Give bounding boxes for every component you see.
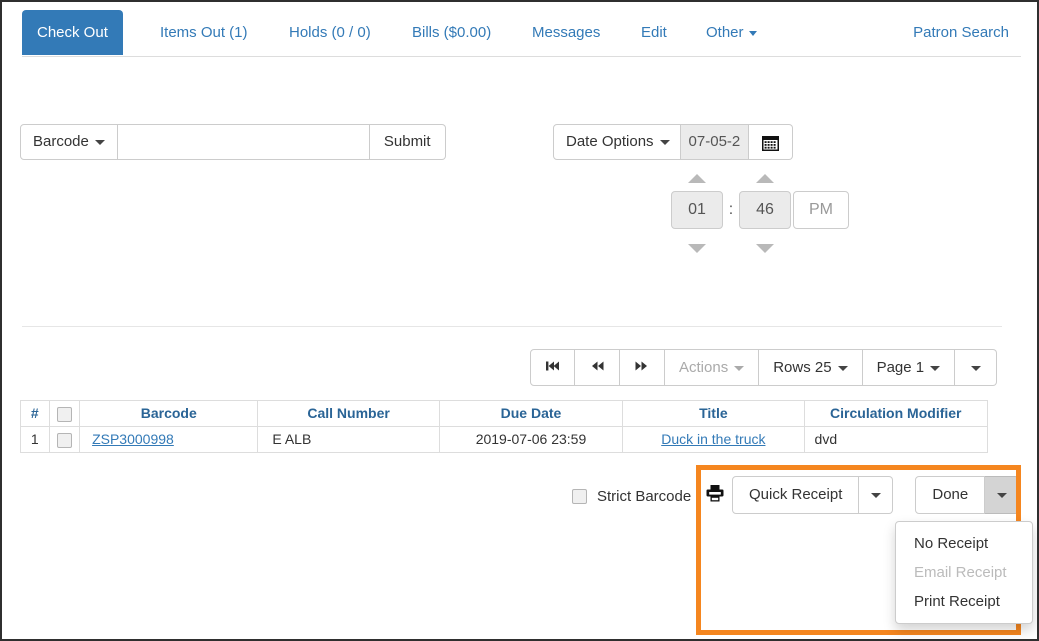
submit-label: Submit [383, 133, 431, 150]
chevron-down-icon [970, 365, 981, 371]
row-checkbox[interactable] [56, 432, 72, 448]
menu-item-email-receipt: Email Receipt [914, 564, 1007, 581]
tab-label: Holds (0 / 0) [289, 24, 371, 41]
date-options-label: Date Options [566, 133, 654, 150]
due-date-input[interactable]: 07-05-2 [680, 124, 749, 160]
patron-search-label: Patron Search [913, 24, 1009, 41]
column-header-due-date[interactable]: Due Date [438, 400, 624, 427]
select-all-checkbox[interactable] [56, 406, 72, 422]
date-options-group: Date Options 07-05-2 [553, 124, 793, 160]
strict-barcode-checkbox[interactable] [572, 489, 587, 504]
tab-other[interactable]: Other [691, 10, 772, 55]
minute-input[interactable]: 46 [739, 191, 791, 229]
tab-label: Other [706, 24, 744, 41]
tab-messages[interactable]: Messages [517, 10, 615, 55]
tab-check-out[interactable]: Check Out [22, 10, 123, 55]
cell-circulation-modifier: dvd [803, 425, 989, 453]
time-picker: 01 : 46 PM [670, 165, 850, 261]
tab-bills[interactable]: Bills ($0.00) [397, 10, 506, 55]
tab-label: Items Out (1) [160, 24, 248, 41]
minute-decrement-icon[interactable] [756, 243, 774, 253]
meridiem-value: PM [809, 201, 833, 218]
due-date-value: 07-05-2 [688, 133, 741, 150]
column-header-select [48, 400, 81, 427]
grid-config-dropdown[interactable] [955, 349, 998, 386]
hour-decrement-icon[interactable] [688, 243, 706, 253]
submit-button[interactable]: Submit [369, 124, 446, 160]
chevron-down-icon [659, 139, 670, 145]
chevron-down-icon [837, 365, 848, 371]
barcode-type-label: Barcode [33, 133, 89, 150]
column-header-call-number[interactable]: Call Number [257, 400, 440, 427]
cell-select [48, 425, 81, 453]
meridiem-toggle[interactable]: PM [793, 191, 849, 229]
cell-row-number: 1 [20, 425, 50, 453]
tab-label: Check Out [37, 24, 108, 41]
cell-due-date: 2019-07-06 23:59 [438, 425, 624, 453]
date-options-dropdown[interactable]: Date Options [553, 124, 681, 160]
tab-edit[interactable]: Edit [626, 10, 682, 55]
rows-dropdown[interactable]: Rows 25 [759, 349, 863, 386]
column-header-barcode[interactable]: Barcode [79, 400, 259, 427]
rows-label: Rows 25 [773, 359, 832, 376]
time-separator: : [728, 201, 734, 218]
table-row[interactable]: 1 ZSP3000998 E ALB 2019-07-06 23:59 Duck… [20, 425, 989, 453]
tab-label: Bills ($0.00) [412, 24, 492, 41]
hour-value: 01 [688, 201, 706, 218]
barcode-link[interactable]: ZSP3000998 [92, 431, 174, 447]
column-header-title[interactable]: Title [622, 400, 805, 427]
title-link[interactable]: Duck in the truck [661, 431, 765, 447]
hour-increment-icon[interactable] [688, 173, 706, 183]
patron-tab-bar: Check Out Items Out (1) Holds (0 / 0) Bi… [22, 10, 1021, 57]
barcode-input[interactable] [117, 124, 370, 160]
checkout-items-table: # Barcode Call Number Due Date Title Cir… [20, 400, 989, 453]
next-page-button[interactable] [620, 349, 665, 386]
strict-barcode-label: Strict Barcode [597, 488, 692, 505]
table-header-row: # Barcode Call Number Due Date Title Cir… [20, 400, 989, 427]
chevron-down-icon [734, 365, 745, 371]
actions-dropdown[interactable]: Actions [665, 349, 760, 386]
barcode-input-group: Barcode Submit [20, 124, 446, 160]
tab-items-out[interactable]: Items Out (1) [145, 10, 263, 55]
minute-value: 46 [756, 201, 774, 218]
cell-title: Duck in the truck [622, 425, 805, 453]
column-header-circulation-modifier[interactable]: Circulation Modifier [803, 400, 989, 427]
strict-barcode-control[interactable]: Strict Barcode [572, 488, 691, 505]
tab-holds[interactable]: Holds (0 / 0) [274, 10, 386, 55]
first-page-button[interactable] [530, 349, 575, 386]
hour-input[interactable]: 01 [671, 191, 723, 229]
menu-item-no-receipt[interactable]: No Receipt [896, 529, 1032, 558]
calendar-icon[interactable] [748, 124, 793, 160]
patron-search-link[interactable]: Patron Search [913, 10, 1009, 55]
receipt-options-menu: No Receipt Email Receipt Print Receipt [895, 521, 1033, 624]
previous-page-button[interactable] [575, 349, 620, 386]
barcode-type-dropdown[interactable]: Barcode [20, 124, 118, 160]
minute-increment-icon[interactable] [756, 173, 774, 183]
tab-label: Edit [641, 24, 667, 41]
chevron-down-icon [94, 139, 105, 145]
grid-toolbar: Actions Rows 25 Page 1 [530, 349, 998, 386]
checkout-screen: Check Out Items Out (1) Holds (0 / 0) Bi… [0, 0, 1039, 641]
menu-item-print-receipt[interactable]: Print Receipt [896, 587, 1032, 616]
tab-label: Messages [532, 24, 601, 41]
actions-label: Actions [679, 359, 729, 376]
chevron-down-icon [748, 30, 757, 36]
page-label: Page 1 [876, 359, 925, 376]
cell-call-number: E ALB [257, 425, 440, 453]
cell-barcode: ZSP3000998 [79, 425, 259, 453]
chevron-down-icon [930, 365, 941, 371]
page-dropdown[interactable]: Page 1 [862, 349, 956, 386]
column-header-number: # [20, 400, 50, 427]
section-divider [22, 326, 1002, 327]
